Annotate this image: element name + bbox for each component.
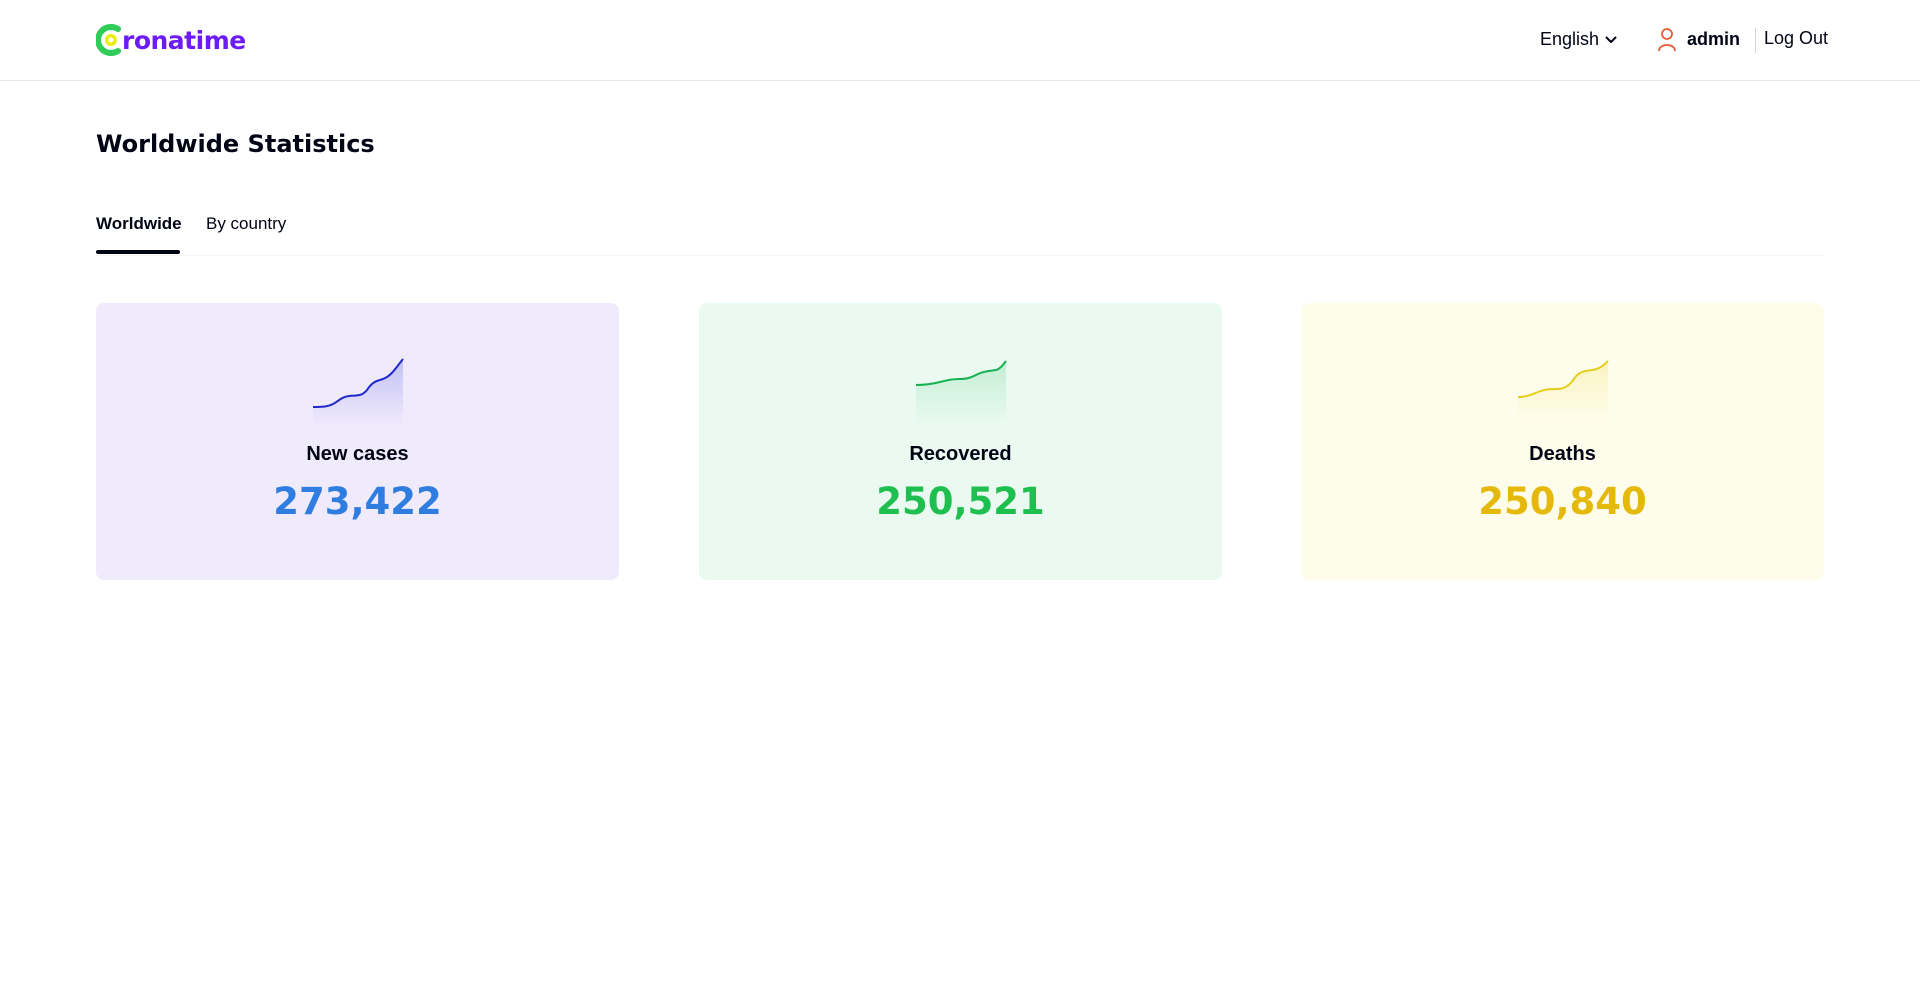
logo-text: ronatime [122, 25, 246, 55]
stat-card-new-cases: New cases 273,422 [96, 303, 619, 580]
stat-card-deaths: Deaths 250,840 [1301, 303, 1824, 580]
stat-value: 250,521 [876, 480, 1045, 523]
stats-tabs: Worldwide By country [96, 204, 1824, 256]
stat-label: Deaths [1529, 443, 1596, 465]
new-cases-trend-icon [312, 358, 404, 425]
language-label: English [1540, 29, 1600, 49]
user-name: admin [1687, 29, 1741, 49]
logout-button[interactable]: Log Out [1764, 28, 1828, 49]
chevron-down-icon [1605, 36, 1617, 43]
language-select[interactable]: English [1540, 29, 1617, 50]
tab-worldwide[interactable]: Worldwide [96, 214, 182, 252]
active-tab-indicator [96, 250, 180, 254]
page-title: Worldwide Statistics [96, 130, 375, 158]
stat-card-recovered: Recovered 250,521 [699, 303, 1222, 580]
top-header: ronatime English admin Log Out [0, 0, 1920, 81]
header-divider [1755, 28, 1756, 53]
tab-by-country[interactable]: By country [206, 214, 286, 252]
stat-value: 250,840 [1478, 480, 1647, 523]
deaths-trend-icon [1517, 360, 1609, 425]
app-logo[interactable]: ronatime [96, 23, 246, 57]
logo-c-icon [96, 24, 121, 56]
stat-label: Recovered [909, 443, 1012, 465]
user-icon [1658, 28, 1676, 52]
stat-value: 273,422 [273, 480, 442, 523]
stat-label: New cases [306, 443, 409, 465]
user-menu[interactable]: admin [1657, 27, 1740, 52]
recovered-trend-icon [915, 360, 1007, 425]
